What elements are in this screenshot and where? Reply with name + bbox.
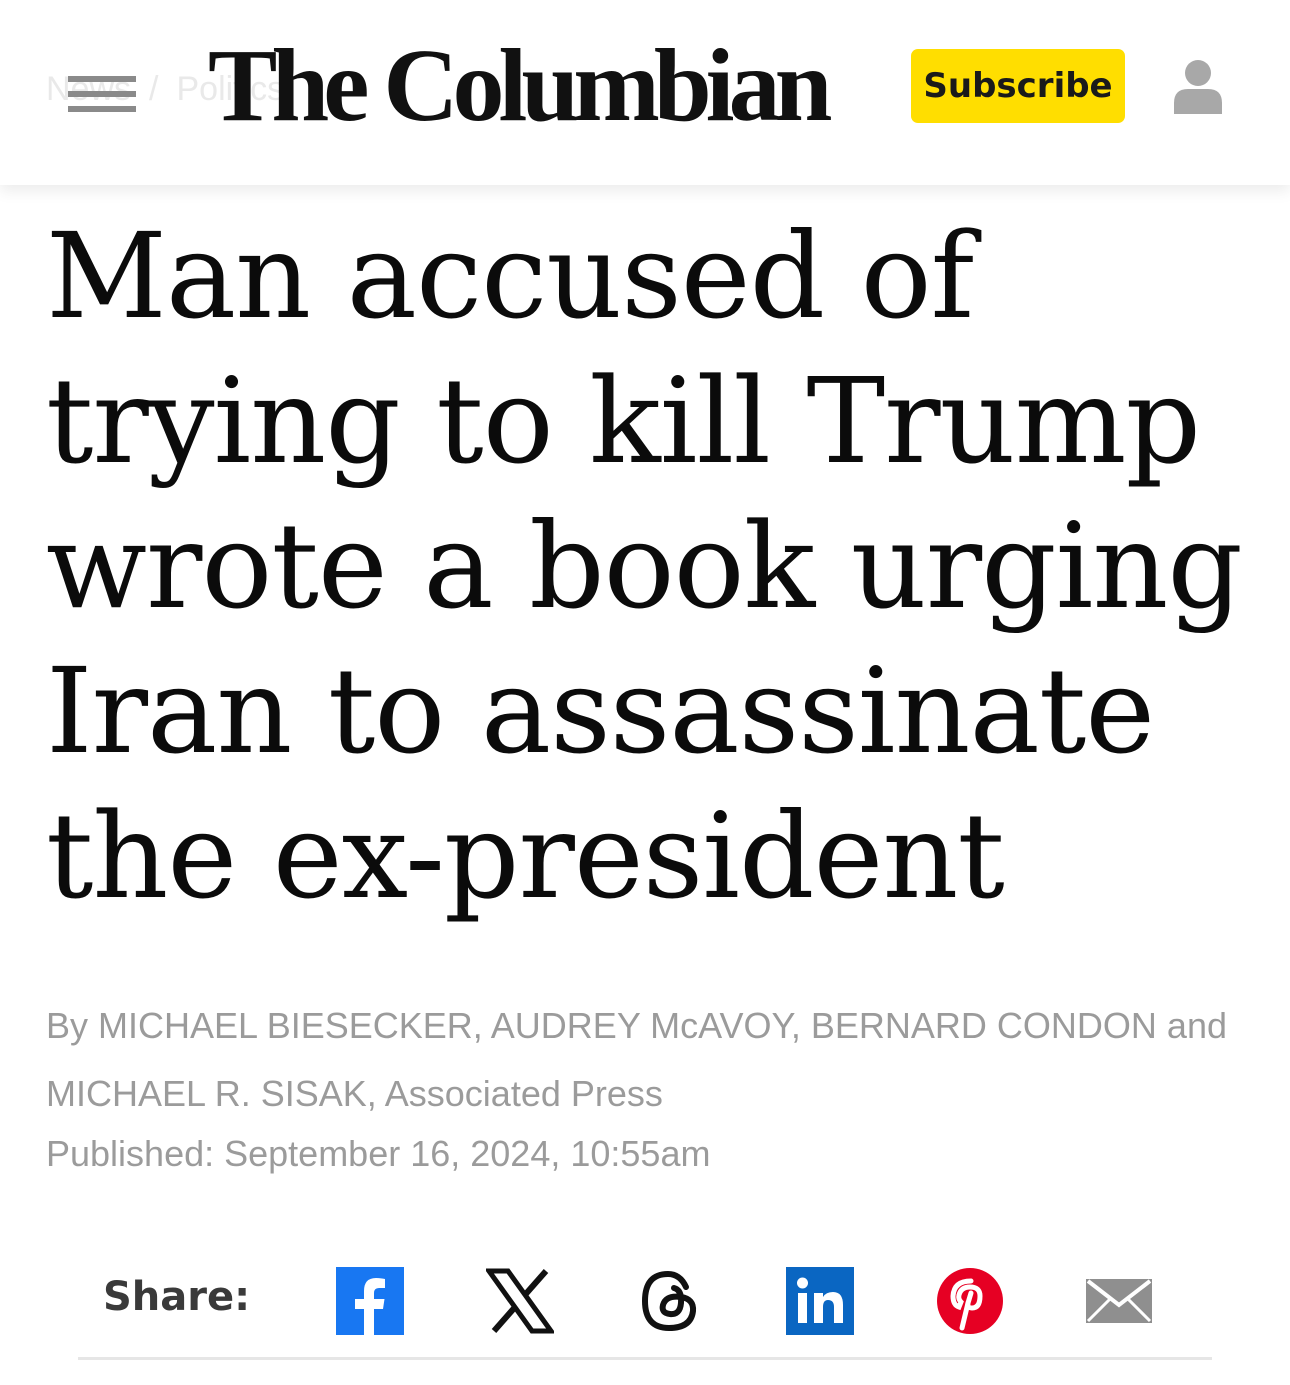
published-date: Published: September 16, 2024, 10:55am: [46, 1133, 711, 1174]
hamburger-icon[interactable]: [68, 76, 136, 112]
breadcrumb-separator: /: [149, 70, 159, 108]
article-headline: Man accused of trying to kill Trump wrot…: [46, 207, 1243, 925]
x-icon[interactable]: [484, 1267, 556, 1335]
threads-icon[interactable]: [636, 1267, 704, 1335]
subscribe-button[interactable]: Subscribe: [911, 49, 1125, 123]
user-icon[interactable]: [1172, 58, 1224, 114]
share-divider: [78, 1357, 1212, 1360]
pinterest-icon[interactable]: [936, 1267, 1004, 1335]
facebook-icon[interactable]: [336, 1267, 404, 1335]
article-byline: By MICHAEL BIESECKER, AUDREY McAVOY, BER…: [46, 1005, 1227, 1114]
site-header: News / Politics The Columbian Subscribe: [0, 0, 1290, 185]
linkedin-icon[interactable]: [786, 1267, 854, 1335]
share-label: Share:: [103, 1274, 251, 1320]
site-logo[interactable]: The Columbian: [208, 34, 832, 138]
email-icon[interactable]: [1086, 1267, 1154, 1335]
